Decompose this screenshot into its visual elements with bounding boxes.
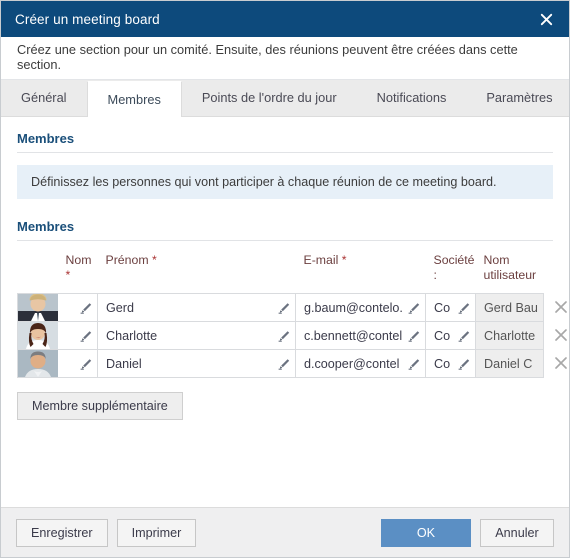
dialog-body: Membres Définissez les personnes qui von… (1, 117, 569, 507)
pencil-icon[interactable] (277, 301, 291, 315)
cell-email[interactable]: c.bennett@contel (295, 321, 426, 350)
cell-utilisateur: Charlotte (475, 321, 544, 350)
cell-prenom[interactable]: Daniel (97, 349, 296, 378)
col-header-email: E-mail * (296, 253, 426, 294)
cell-prenom[interactable]: Charlotte (97, 321, 296, 350)
dialog-titlebar: Créer un meeting board (1, 1, 569, 37)
societe-value: Co (434, 356, 451, 371)
members-table-heading: Membres (17, 219, 75, 234)
section-divider (17, 152, 553, 153)
dialog-subtitle-bar: Créez une section pour un comité. Ensuit… (1, 37, 569, 80)
col-header-nom: Nom * (58, 253, 98, 294)
pencil-icon[interactable] (407, 301, 421, 315)
dialog-subtitle: Créez une section pour un comité. Ensuit… (17, 42, 518, 72)
ok-button[interactable]: OK (381, 518, 471, 547)
cell-nom[interactable] (57, 293, 98, 322)
col-header-photo (18, 253, 58, 294)
avatar (17, 349, 58, 378)
avatar-photo-charlotte (18, 322, 58, 349)
cell-delete (543, 293, 570, 322)
tab-points-ordre-du-jour[interactable]: Points de l'ordre du jour (182, 80, 357, 116)
utilisateur-value: Charlotte (484, 328, 536, 343)
dialog-title: Créer un meeting board (15, 11, 160, 27)
col-header-email-label: E-mail (303, 253, 339, 267)
cell-utilisateur: Daniel C (475, 349, 544, 378)
pencil-icon[interactable] (457, 357, 471, 371)
pencil-icon[interactable] (79, 357, 93, 371)
avatar (17, 321, 58, 350)
col-header-nom-label: Nom (65, 253, 92, 267)
col-header-societe: Société : (426, 253, 476, 294)
tab-notifications[interactable]: Notifications (357, 80, 467, 116)
cell-societe[interactable]: Co (425, 349, 476, 378)
pencil-icon[interactable] (79, 301, 93, 315)
required-marker: * (65, 268, 71, 282)
utilisateur-value: Gerd Bau (484, 300, 538, 315)
prenom-value: Charlotte (106, 328, 158, 343)
societe-value: Co (434, 328, 451, 343)
col-header-utilisateur: Nom utilisateur (476, 253, 544, 294)
cell-utilisateur: Gerd Bau (475, 293, 544, 322)
avatar (17, 293, 58, 322)
members-table: Nom * Prénom * E-mail * Société : Nom ut (17, 253, 569, 378)
utilisateur-value: Daniel C (484, 356, 533, 371)
tab-general[interactable]: Général (1, 80, 87, 116)
cell-email[interactable]: d.cooper@contel (295, 349, 426, 378)
add-member-button[interactable]: Membre supplémentaire (17, 392, 183, 420)
col-header-delete (544, 253, 570, 294)
close-x-icon[interactable] (550, 296, 570, 318)
cell-societe[interactable]: Co (425, 293, 476, 322)
table-row: Daniel d.cooper@contel Co Daniel C (17, 349, 569, 378)
cell-societe[interactable]: Co (425, 321, 476, 350)
email-value: d.cooper@contel (304, 356, 400, 371)
prenom-value: Gerd (106, 300, 134, 315)
pencil-icon[interactable] (407, 357, 421, 371)
avatar-photo-daniel (18, 350, 58, 377)
pencil-icon[interactable] (277, 357, 291, 371)
close-x-icon[interactable] (550, 324, 570, 346)
col-header-utilisateur-line2: utilisateur (483, 268, 537, 282)
pencil-icon[interactable] (79, 329, 93, 343)
cell-prenom[interactable]: Gerd (97, 293, 296, 322)
required-marker: * (148, 253, 157, 267)
cell-nom[interactable] (57, 321, 98, 350)
col-header-prenom-label: Prénom (105, 253, 149, 267)
members-table-header: Nom * Prénom * E-mail * Société : Nom ut (18, 253, 570, 294)
avatar-photo-gerd (18, 294, 58, 321)
email-value: c.bennett@contel (304, 328, 403, 343)
members-table-body: Gerd g.baum@contelo. Co Gerd Bau Charlot… (17, 293, 570, 378)
create-meeting-board-dialog: Créer un meeting board Créez une section… (0, 0, 570, 558)
members-section-heading: Membres (17, 131, 75, 146)
cancel-button[interactable]: Annuler (480, 518, 554, 547)
cell-nom[interactable] (57, 349, 98, 378)
table-row: Gerd g.baum@contelo. Co Gerd Bau (17, 293, 570, 322)
dialog-footer: Enregistrer Imprimer OK Annuler (1, 507, 569, 557)
pencil-icon[interactable] (407, 329, 421, 343)
pencil-icon[interactable] (277, 329, 291, 343)
info-banner: Définissez les personnes qui vont partic… (17, 165, 553, 199)
pencil-icon[interactable] (457, 301, 471, 315)
required-marker: * (338, 253, 347, 267)
cell-delete (543, 349, 569, 378)
cell-email[interactable]: g.baum@contelo. (295, 293, 426, 322)
save-button[interactable]: Enregistrer (16, 518, 108, 547)
print-button[interactable]: Imprimer (116, 518, 197, 547)
prenom-value: Daniel (106, 356, 142, 371)
table-row: Charlotte c.bennett@contel Co Charlotte (17, 321, 570, 350)
col-header-societe-line1: Société (433, 253, 475, 267)
tab-parametres[interactable]: Paramètres (466, 80, 569, 116)
col-header-societe-line2: : (433, 268, 437, 282)
col-header-utilisateur-line1: Nom (483, 253, 510, 267)
societe-value: Co (434, 300, 451, 315)
email-value: g.baum@contelo. (304, 300, 403, 315)
tab-membres[interactable]: Membres (86, 81, 182, 117)
table-divider (17, 240, 553, 241)
pencil-icon[interactable] (457, 329, 471, 343)
cell-delete (543, 321, 570, 350)
close-icon[interactable] (533, 6, 559, 32)
close-x-icon[interactable] (550, 352, 569, 374)
col-header-prenom: Prénom * (98, 253, 296, 294)
tabstrip: Général Membres Points de l'ordre du jou… (1, 80, 569, 117)
